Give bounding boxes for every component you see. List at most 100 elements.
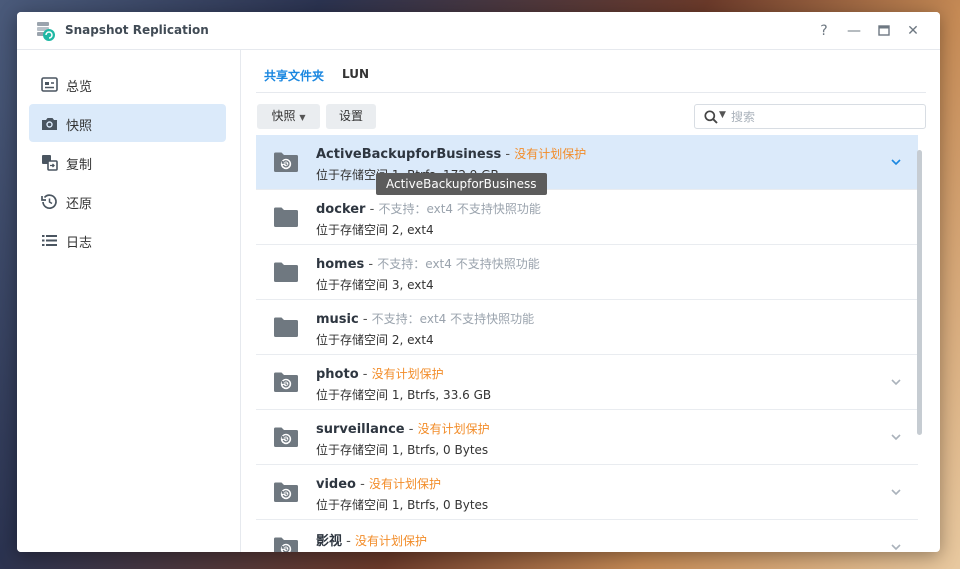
folder-row[interactable]: music - 不支持：ext4 不支持快照功能 位于存储空间 2, ext4 — [256, 300, 918, 355]
folder-title-line: photo - 没有计划保护 — [316, 365, 444, 382]
sidebar-item-restore[interactable]: 还原 — [29, 182, 226, 220]
separator: - — [501, 147, 515, 162]
folder-name: surveillance — [316, 422, 405, 437]
expand-chevron-icon[interactable] — [889, 374, 903, 388]
folder-name: docker — [316, 202, 366, 217]
protection-status: 不支持：ext4 不支持快照功能 — [371, 312, 535, 326]
expand-chevron-icon[interactable] — [889, 154, 903, 168]
folder-icon — [273, 205, 299, 229]
sidebar-item-label: 还原 — [66, 197, 93, 212]
folder-location: 位于存储空间 2, ext4 — [316, 333, 434, 347]
folder-location: 位于存储空间 1, Btrfs, 0 Bytes — [316, 443, 489, 457]
folder-icon — [273, 315, 299, 339]
maximize-icon — [878, 25, 890, 36]
snapshot-folder-icon — [273, 480, 299, 504]
window-title: Snapshot Replication — [65, 23, 209, 37]
list-scrollbar[interactable] — [917, 150, 922, 435]
maximize-button[interactable] — [874, 21, 894, 41]
overview-icon — [41, 77, 58, 92]
folder-row[interactable]: surveillance - 没有计划保护 位于存储空间 1, Btrfs, 0 … — [256, 410, 918, 465]
folder-location: 位于存储空间 1, Btrfs, 0 Bytes — [316, 498, 489, 512]
minimize-button[interactable]: — — [844, 21, 864, 41]
tab-bar: 共享文件夹 LUN — [256, 50, 926, 93]
protection-status: 没有计划保护 — [417, 422, 490, 436]
sidebar-item-log[interactable]: 日志 — [29, 221, 226, 259]
protection-status: 没有计划保护 — [371, 367, 444, 381]
folder-title-line: surveillance - 没有计划保护 — [316, 420, 490, 437]
replicate-icon — [42, 155, 58, 171]
search-input[interactable] — [731, 108, 916, 126]
tab-shared-folders[interactable]: 共享文件夹 — [264, 67, 324, 84]
snapshot-folder-icon — [273, 150, 299, 174]
folder-name: video — [316, 477, 356, 492]
sidebar-item-label: 复制 — [66, 158, 93, 173]
snapshot-folder-icon — [273, 425, 299, 449]
sidebar-item-overview[interactable]: 总览 — [29, 65, 226, 103]
folder-row[interactable]: homes - 不支持：ext4 不支持快照功能 位于存储空间 3, ext4 — [256, 245, 918, 300]
folder-name: ActiveBackupforBusiness — [316, 147, 502, 162]
snapshot-replication-app-icon — [37, 22, 55, 41]
folder-location: 位于存储空间 2, ext4 — [316, 223, 434, 237]
sidebar-item-label: 总览 — [66, 80, 93, 95]
folder-name: photo — [316, 367, 359, 382]
sidebar-item-label: 快照 — [66, 119, 93, 134]
caret-down-icon: ▼ — [299, 113, 306, 122]
separator: - — [404, 422, 418, 437]
settings-button[interactable]: 设置 — [326, 104, 376, 129]
app-window: Snapshot Replication ? — ✕ 总览 快照 复制 还原 日… — [17, 12, 940, 552]
folder-title-line: homes - 不支持：ext4 不支持快照功能 — [316, 255, 540, 272]
sidebar-item-replication[interactable]: 复制 — [29, 143, 226, 181]
folder-name-tooltip: ActiveBackupforBusiness — [376, 173, 547, 195]
snapshot-dropdown-button[interactable]: 快照 ▼ — [257, 104, 320, 129]
help-button[interactable]: ? — [814, 21, 834, 41]
search-icon — [704, 110, 718, 124]
protection-status: 不支持：ext4 不支持快照功能 — [378, 202, 541, 216]
tab-lun[interactable]: LUN — [342, 67, 369, 81]
protection-status: 没有计划保护 — [368, 477, 441, 491]
sidebar-item-snapshot[interactable]: 快照 — [29, 104, 226, 142]
folder-name: music — [316, 312, 359, 327]
camera-icon — [42, 118, 57, 130]
folder-location: 位于存储空间 1, Btrfs, 33.6 GB — [316, 388, 492, 402]
shared-folder-list: ActiveBackupforBusiness - 没有计划保护位于存储空间 1… — [256, 135, 918, 552]
folder-location: 位于存储空间 1, Btrfs, 0 Bytes — [316, 551, 488, 552]
sidebar-item-label: 日志 — [66, 236, 93, 251]
folder-row[interactable]: docker - 不支持：ext4 不支持快照功能 位于存储空间 2, ext4 — [256, 190, 918, 245]
protection-status: 没有计划保护 — [514, 147, 587, 161]
folder-location: 位于存储空间 3, ext4 — [316, 278, 434, 292]
folder-title-line: music - 不支持：ext4 不支持快照功能 — [316, 310, 534, 327]
protection-status: 没有计划保护 — [354, 534, 427, 548]
folder-title-line: ActiveBackupforBusiness - 没有计划保护 — [316, 145, 586, 162]
close-button[interactable]: ✕ — [903, 21, 923, 41]
folder-icon — [273, 260, 299, 284]
folder-name: 影视 — [316, 534, 343, 549]
separator: - — [358, 312, 372, 327]
separator: - — [342, 534, 355, 549]
folder-row[interactable]: ActiveBackupforBusiness - 没有计划保护位于存储空间 1… — [256, 135, 918, 190]
separator: - — [358, 367, 372, 382]
separator: - — [364, 257, 378, 272]
log-list-icon — [42, 235, 57, 246]
expand-chevron-icon[interactable] — [889, 429, 903, 443]
expand-chevron-icon[interactable] — [889, 539, 903, 552]
search-options-caret-icon[interactable]: ▼ — [719, 110, 726, 120]
snapshot-button-label: 快照 — [271, 109, 296, 123]
folder-name: homes — [316, 257, 365, 272]
folder-row[interactable]: photo - 没有计划保护位于存储空间 1, Btrfs, 33.6 GB — [256, 355, 918, 410]
sidebar: 总览 快照 复制 还原 日志 — [17, 50, 241, 552]
separator: - — [355, 477, 369, 492]
separator: - — [365, 202, 379, 217]
snapshot-folder-icon — [273, 535, 299, 552]
folder-title-line: 影视 - 没有计划保护 — [316, 530, 427, 549]
folder-title-line: video - 没有计划保护 — [316, 475, 441, 492]
protection-status: 不支持：ext4 不支持快照功能 — [377, 257, 540, 271]
restore-icon — [41, 194, 57, 209]
title-bar[interactable]: Snapshot Replication ? — ✕ — [17, 12, 940, 50]
folder-row[interactable]: 影视 - 没有计划保护位于存储空间 1, Btrfs, 0 Bytes — [256, 520, 918, 552]
folder-title-line: docker - 不支持：ext4 不支持快照功能 — [316, 200, 541, 217]
snapshot-folder-icon — [273, 370, 299, 394]
expand-chevron-icon[interactable] — [889, 484, 903, 498]
folder-row[interactable]: video - 没有计划保护位于存储空间 1, Btrfs, 0 Bytes — [256, 465, 918, 520]
search-field[interactable]: ▼ — [694, 104, 926, 129]
main-panel: 共享文件夹 LUN 快照 ▼ 设置 ▼ ActiveBackupforBusin… — [242, 50, 940, 552]
